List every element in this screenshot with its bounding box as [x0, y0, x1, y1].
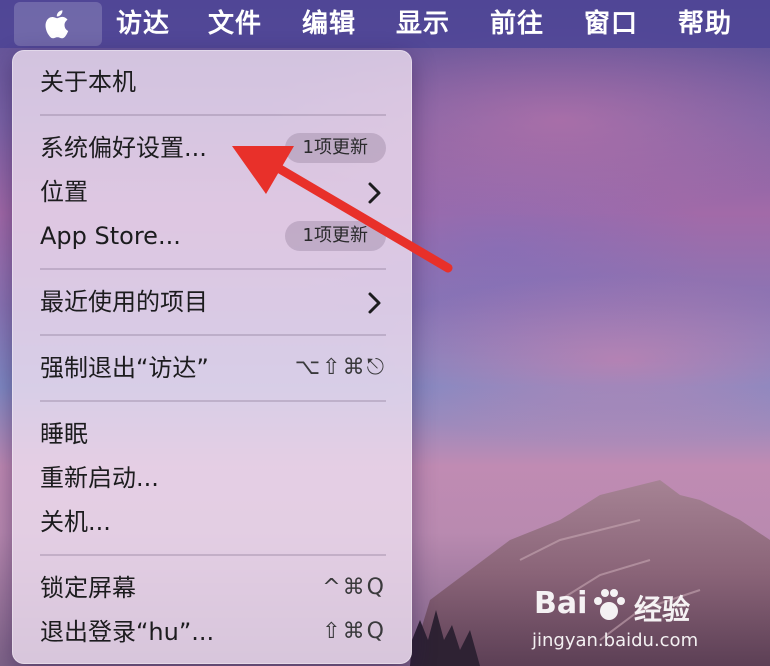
menubar-item-go[interactable]: 前往 — [490, 0, 544, 48]
menu-separator — [40, 268, 386, 270]
menu-item-sleep[interactable]: 睡眠 — [40, 414, 88, 454]
menu-separator — [40, 554, 386, 556]
menu-item-logout[interactable]: 退出登录“hu”... — [40, 612, 214, 652]
menubar-item-edit[interactable]: 编辑 — [302, 0, 356, 48]
watermark-brand: Bai — [534, 586, 588, 621]
system-preferences-update-badge: 1项更新 — [284, 133, 386, 163]
menubar-item-file[interactable]: 文件 — [208, 0, 262, 48]
watermark-url: jingyan.baidu.com — [532, 630, 699, 651]
menu-item-app-store[interactable]: App Store... — [40, 216, 181, 256]
force-quit-shortcut: ⌥⇧⌘⎋ — [294, 355, 386, 380]
menu-separator — [40, 114, 386, 116]
menu-separator — [40, 334, 386, 336]
menubar-item-window[interactable]: 窗口 — [584, 0, 638, 48]
chevron-right-icon — [368, 182, 381, 204]
lock-screen-shortcut: ^⌘Q — [322, 575, 386, 600]
menubar-item-help[interactable]: 帮助 — [678, 0, 732, 48]
watermark-brand-2: 经验 — [634, 593, 691, 626]
menu-item-system-preferences[interactable]: 系统偏好设置... — [40, 128, 207, 168]
menu-item-recent-items[interactable]: 最近使用的项目 — [40, 282, 208, 322]
baidu-jingyan-watermark: Bai 经验 jingyan.baidu.com — [530, 580, 740, 660]
menu-item-force-quit[interactable]: 强制退出“访达” — [40, 348, 209, 388]
paw-icon — [594, 589, 625, 620]
apple-logo-icon — [45, 10, 69, 39]
apple-dropdown-menu: 关于本机 系统偏好设置... 1项更新 位置 App Store... 1项更新… — [12, 50, 412, 664]
menubar-item-finder[interactable]: 访达 — [116, 0, 170, 48]
chevron-right-icon — [368, 292, 381, 314]
menu-item-shutdown[interactable]: 关机... — [40, 502, 111, 542]
menu-item-location[interactable]: 位置 — [40, 172, 88, 212]
apple-menu-button[interactable] — [14, 2, 102, 46]
menu-bar: 访达 文件 编辑 显示 前往 窗口 帮助 — [0, 0, 770, 48]
logout-shortcut: ⇧⌘Q — [322, 619, 386, 644]
app-store-update-badge: 1项更新 — [284, 221, 386, 251]
menu-item-lock-screen[interactable]: 锁定屏幕 — [40, 568, 136, 608]
menu-separator — [40, 400, 386, 402]
menubar-item-view[interactable]: 显示 — [396, 0, 450, 48]
menu-item-about[interactable]: 关于本机 — [40, 62, 136, 102]
menu-item-restart[interactable]: 重新启动... — [40, 458, 159, 498]
